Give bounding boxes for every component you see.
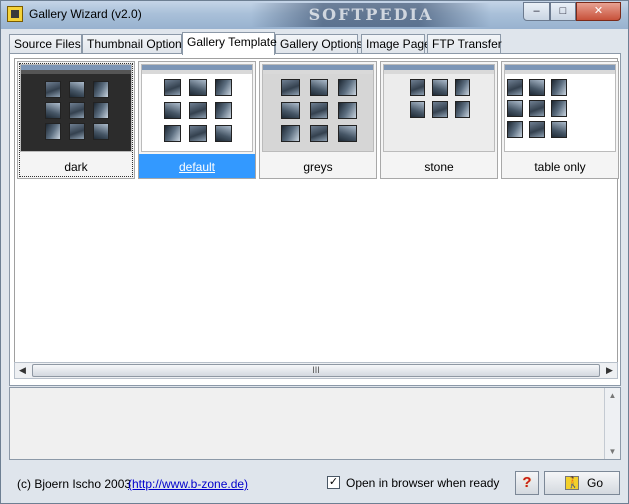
go-button[interactable]: 🚶 Go xyxy=(544,471,620,495)
template-preview-greys xyxy=(262,64,374,152)
gallery-wizard-window: Gallery Wizard (v2.0) SOFTPEDIA – □ ✕ So… xyxy=(0,0,629,504)
template-list[interactable]: dark default greys stone table only xyxy=(14,58,619,363)
description-area[interactable]: ▲ ▼ xyxy=(9,387,621,460)
gallery-template-panel: dark default greys stone table only ◀ II… xyxy=(9,53,621,386)
horizontal-scrollbar[interactable]: ◀ III ▶ xyxy=(14,362,618,379)
close-button[interactable]: ✕ xyxy=(576,2,621,21)
open-in-browser-checkbox[interactable]: ✓ xyxy=(327,476,340,489)
scroll-down-icon[interactable]: ▼ xyxy=(605,444,620,459)
template-dark[interactable]: dark xyxy=(17,61,135,179)
template-stone[interactable]: stone xyxy=(380,61,498,179)
maximize-button[interactable]: □ xyxy=(550,2,576,21)
tab-image-page[interactable]: Image Page xyxy=(361,34,431,54)
template-greys[interactable]: greys xyxy=(259,61,377,179)
tab-gallery-template[interactable]: Gallery Template xyxy=(182,32,277,55)
title-bar[interactable]: Gallery Wizard (v2.0) SOFTPEDIA – □ ✕ xyxy=(1,1,628,29)
template-label-dark: dark xyxy=(64,160,88,174)
template-preview-default xyxy=(141,64,253,152)
template-label-greys: greys xyxy=(303,160,333,174)
footer-bar: (c) Bjoern Ischo 2003 (http://www.b-zone… xyxy=(1,463,628,503)
scroll-left-icon[interactable]: ◀ xyxy=(15,363,30,378)
softpedia-watermark: SOFTPEDIA xyxy=(251,3,491,27)
tab-source-files[interactable]: Source Files xyxy=(9,34,82,54)
vertical-scrollbar[interactable]: ▲ ▼ xyxy=(604,388,620,459)
walking-man-icon: 🚶 xyxy=(565,476,580,490)
tab-gallery-options[interactable]: Gallery Options xyxy=(275,34,363,54)
minimize-button[interactable]: – xyxy=(523,2,550,21)
copyright-text: (c) Bjoern Ischo 2003 xyxy=(17,477,132,491)
app-icon xyxy=(7,6,23,22)
tab-thumbnail-options[interactable]: Thumbnail Options xyxy=(82,34,188,54)
template-default[interactable]: default xyxy=(138,61,256,179)
template-table-only[interactable]: table only xyxy=(501,61,619,179)
scroll-right-icon[interactable]: ▶ xyxy=(602,363,617,378)
template-label-default: default xyxy=(139,154,255,178)
template-label-table-only: table only xyxy=(534,160,586,174)
template-preview-stone xyxy=(383,64,495,152)
homepage-link[interactable]: (http://www.b-zone.de) xyxy=(128,477,248,491)
help-button[interactable]: ? xyxy=(515,471,539,495)
scroll-up-icon[interactable]: ▲ xyxy=(605,388,620,403)
template-label-stone: stone xyxy=(424,160,454,174)
template-preview-dark xyxy=(20,64,132,152)
window-title: Gallery Wizard (v2.0) xyxy=(29,7,142,21)
go-button-label: Go xyxy=(587,476,604,490)
scrollbar-thumb[interactable]: III xyxy=(32,364,600,377)
tab-ftp-transfer[interactable]: FTP Transfer xyxy=(427,34,502,54)
open-in-browser-label[interactable]: Open in browser when ready xyxy=(346,476,499,490)
template-preview-table-only xyxy=(504,64,616,152)
